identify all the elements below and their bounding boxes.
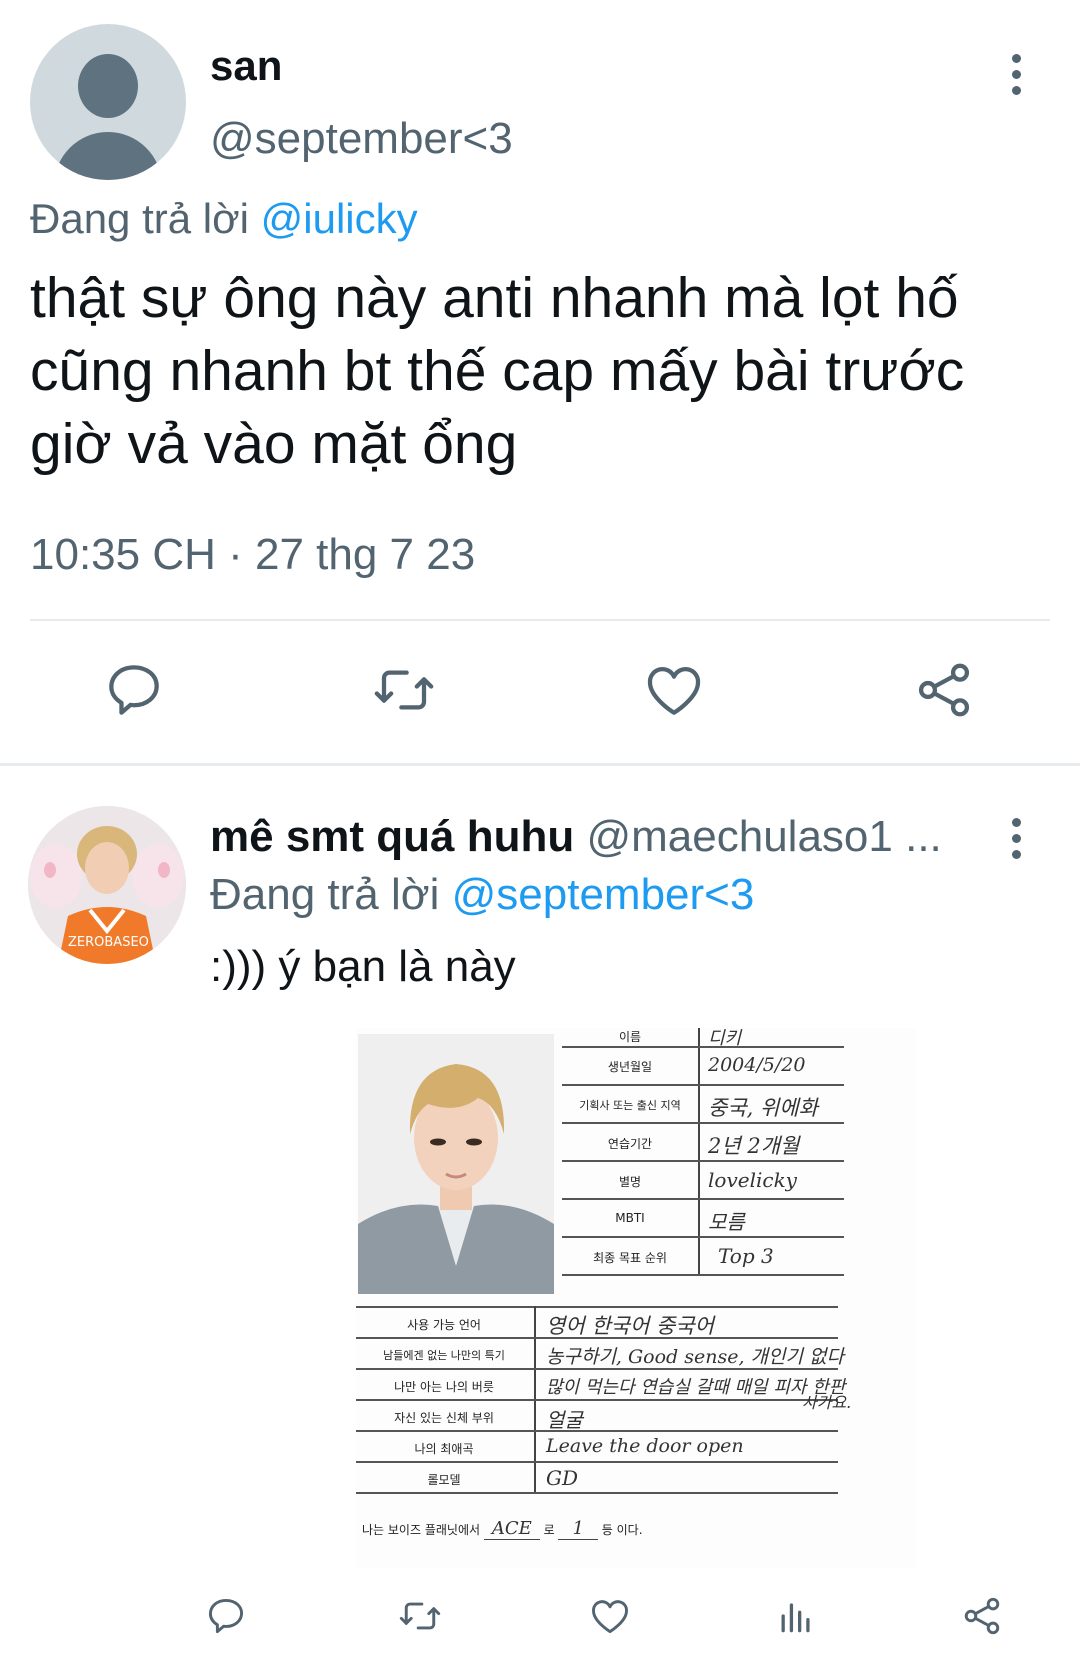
card-row: 이름 디키: [562, 1028, 844, 1049]
card-value: GD: [546, 1466, 579, 1490]
card-value: Top 3: [718, 1244, 774, 1268]
card-row: 기획사 또는 출신 지역 중국, 위에화: [562, 1086, 844, 1124]
author-name[interactable]: san: [210, 42, 282, 90]
card-label: 최종 목표 순위: [593, 1251, 667, 1265]
avatar[interactable]: [30, 24, 186, 180]
reply-avatar[interactable]: ZEROBASEO: [28, 806, 186, 964]
card-label: 자신 있는 신체 부위: [394, 1411, 494, 1425]
card-label: 별명: [618, 1175, 642, 1189]
avatar-photo-image: ZEROBASEO: [28, 806, 186, 964]
card-label: 생년월일: [607, 1060, 653, 1074]
card-row: 나의 최애곡 Leave the door open: [356, 1432, 838, 1463]
reply-text: :))) ý bạn là này: [210, 942, 516, 991]
card-value: 2년 2개월: [708, 1134, 800, 1158]
card-value-overflow: 사가요.: [802, 1393, 852, 1412]
card-value: 모름: [708, 1210, 745, 1234]
profile-footer: 나는 보이즈 플래닛에서 ACE 로 1 등 이다.: [362, 1518, 842, 1558]
card-row: MBTI 모름: [562, 1200, 844, 1238]
analytics-icon[interactable]: [774, 1594, 818, 1638]
tweet-text: thật sự ông này anti nhanh mà lọt hố cũn…: [30, 266, 965, 476]
reply-icon[interactable]: [204, 1594, 248, 1638]
card-label: 사용 가능 언어: [407, 1318, 481, 1332]
reply-author-name[interactable]: mê smt quá huhu: [210, 812, 574, 861]
more-options-icon[interactable]: [996, 44, 1036, 104]
card-label: 나의 최애곡: [414, 1442, 474, 1456]
replying-to-user[interactable]: @iulicky: [261, 195, 418, 242]
tweet-timestamp[interactable]: 10:35 CH · 27 thg 7 23: [30, 530, 475, 580]
card-row: 별명 lovelicky: [562, 1162, 844, 1200]
like-icon[interactable]: [588, 1594, 632, 1638]
card-row: 최종 목표 순위 Top 3: [562, 1238, 844, 1276]
card-value: 중국, 위에화: [708, 1096, 818, 1120]
reply-more-options-icon[interactable]: [996, 808, 1036, 868]
card-row: 생년월일 2004/5/20: [562, 1048, 844, 1086]
card-value: 농구하기, Good sense, 개인기 없다: [546, 1346, 845, 1368]
card-row: 롤모델 GD: [356, 1463, 838, 1494]
footer-mid: 로: [543, 1523, 555, 1537]
footer-suffix: 등 이다.: [601, 1523, 643, 1537]
card-row: 남들에겐 없는 나만의 특기 농구하기, Good sense, 개인기 없다: [356, 1339, 844, 1370]
tweet-separator: [0, 763, 1080, 766]
svg-text:ZEROBASEO: ZEROBASEO: [68, 935, 149, 950]
default-avatar-head: [78, 54, 138, 118]
card-label: 나만 아는 나의 버릇: [394, 1380, 494, 1394]
card-row: 자신 있는 신체 부위 얼굴 사가요.: [356, 1393, 851, 1432]
card-value: 많이 먹는다 연습실 갈때 매일 피자 한판: [546, 1377, 846, 1398]
card-label: 연습기간: [607, 1137, 653, 1151]
card-row: 연습기간 2년 2개월: [562, 1124, 844, 1162]
author-handle[interactable]: @september<3: [210, 114, 513, 164]
card-value: 2004/5/20: [708, 1054, 806, 1076]
replying-to: Đang trả lời @iulicky: [30, 195, 418, 243]
default-avatar-body: [54, 132, 162, 180]
like-icon[interactable]: [642, 658, 706, 722]
card-label: MBTI: [615, 1211, 645, 1225]
share-icon[interactable]: [960, 1594, 1004, 1638]
reply-replying-to-label: Đang trả lời: [210, 870, 440, 919]
card-row: 사용 가능 언어 영어 한국어 중국어: [356, 1308, 838, 1339]
reply-author-handle[interactable]: @maechulaso1 ...: [586, 812, 941, 861]
profile-table-top: 이름 디키 생년월일 2004/5/20 기획사 또는 출신 지역 중국, 위에…: [562, 1028, 844, 1298]
replying-to-label: Đang trả lời: [30, 195, 249, 242]
footer-prefix: 나는 보이즈 플래닛에서: [362, 1523, 481, 1537]
card-label: 남들에겐 없는 나만의 특기: [383, 1349, 505, 1362]
profile-photo: [358, 1034, 554, 1294]
footer-fill-rank: 1: [558, 1518, 598, 1540]
divider: [30, 619, 1050, 621]
share-icon[interactable]: [912, 658, 976, 722]
attached-image[interactable]: 이름 디키 생년월일 2004/5/20 기획사 또는 출신 지역 중국, 위에…: [356, 1028, 916, 1568]
reply-header: mê smt quá huhu @maechulaso1 ...: [210, 812, 942, 862]
card-value: lovelicky: [708, 1168, 797, 1192]
card-label: 이름: [618, 1030, 642, 1044]
card-label: 기획사 또는 출신 지역: [579, 1099, 681, 1112]
card-value: 얼굴: [546, 1408, 583, 1432]
card-label: 롤모델: [427, 1473, 461, 1487]
retweet-icon[interactable]: [372, 658, 436, 722]
card-row: 나만 아는 나의 버릇 많이 먹는다 연습실 갈때 매일 피자 한판: [356, 1370, 845, 1401]
footer-fill-group: ACE: [483, 1518, 540, 1540]
reply-replying-to: Đang trả lời @september<3: [210, 870, 754, 920]
card-value: 영어 한국어 중국어: [546, 1314, 714, 1338]
retweet-icon[interactable]: [398, 1594, 442, 1638]
reply-icon[interactable]: [102, 658, 166, 722]
card-value: Leave the door open: [546, 1435, 744, 1457]
profile-table-bottom: 사용 가능 언어 영어 한국어 중국어 남들에겐 없는 나만의 특기 농구하기,…: [356, 1306, 851, 1496]
card-value: 디키: [708, 1028, 742, 1049]
reply-replying-to-user[interactable]: @september<3: [452, 870, 755, 919]
